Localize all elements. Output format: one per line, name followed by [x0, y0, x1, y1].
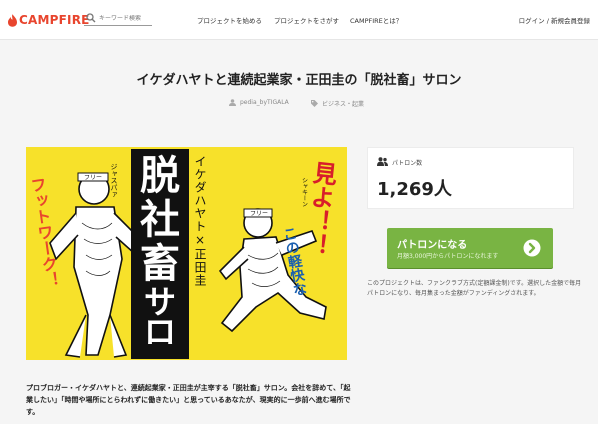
owner-name: pedia_byTIGALA: [240, 99, 289, 106]
arrow-right-circle-icon: [523, 239, 541, 257]
hero-title-char-2: 社: [140, 196, 180, 243]
login-signup-link[interactable]: ログイン / 新規会員登録: [519, 15, 590, 25]
user-icon: [229, 99, 236, 106]
funding-note: このプロジェクトは、ファンクラブ方式(定額課金制)です。選択した金額で毎月パトロ…: [367, 280, 582, 297]
hero-tag-right: フリー: [250, 211, 268, 218]
project-description: プロブロガー・イケダハヤトと、連続起業家・正田圭が主宰する「脱社畜」サロン。会社…: [26, 384, 351, 416]
search-icon: [86, 13, 96, 23]
search-box[interactable]: [84, 11, 152, 26]
patron-count-card: パトロン数 1,269人: [367, 147, 574, 209]
search-input[interactable]: [99, 14, 151, 22]
hero-scribble-left: ジャスパァ: [110, 163, 118, 198]
hero-names: イケダハヤト×正田圭: [193, 155, 207, 287]
tag-icon: [311, 100, 318, 107]
owner-meta[interactable]: pedia_byTIGALA: [229, 99, 289, 106]
project-hero-image: フリー 脱 社 畜 サ ロ イケダハヤト×正田圭 フリー フットワーク！ 見よ！…: [26, 147, 347, 360]
category-meta[interactable]: ビジネス・起業: [311, 99, 364, 108]
hero-title-char-3: 畜: [140, 240, 180, 287]
hero-title-char-1: 脱: [140, 152, 180, 199]
project-title: イケダハヤトと連続起業家・正田圭の「脱社畜」サロン: [136, 73, 462, 88]
category-name: ビジネス・起業: [322, 101, 365, 108]
join-button-title: パトロンになる: [397, 240, 468, 251]
hero-title-char-5: ロ: [144, 313, 176, 351]
patron-label: パトロン数: [392, 160, 423, 167]
site-header: CAMPFIRE プロジェクトを始める プロジェクトをさがす CAMPFIREと…: [0, 0, 598, 40]
hero-tag-left: フリー: [84, 175, 102, 182]
nav-start-project[interactable]: プロジェクトを始める: [197, 15, 262, 25]
hero-scribble-right: シャキーン: [301, 177, 308, 207]
join-button-subtitle: 月額3,000円からパトロンになれます: [397, 253, 499, 260]
nav-find-project[interactable]: プロジェクトをさがす: [274, 15, 339, 25]
become-patron-button[interactable]: パトロンになる 月額3,000円からパトロンになれます: [387, 228, 553, 268]
patron-count: 1,269人: [377, 179, 452, 200]
flame-icon: [8, 13, 17, 27]
patrons-icon: [377, 157, 388, 166]
nav-about[interactable]: CAMPFIREとは？: [350, 15, 402, 25]
campfire-logo[interactable]: CAMPFIRE: [8, 11, 90, 29]
logo-text: CAMPFIRE: [19, 13, 90, 27]
hero-illustration: フリー 脱 社 畜 サ ロ イケダハヤト×正田圭 フリー フットワーク！ 見よ！…: [26, 147, 347, 360]
